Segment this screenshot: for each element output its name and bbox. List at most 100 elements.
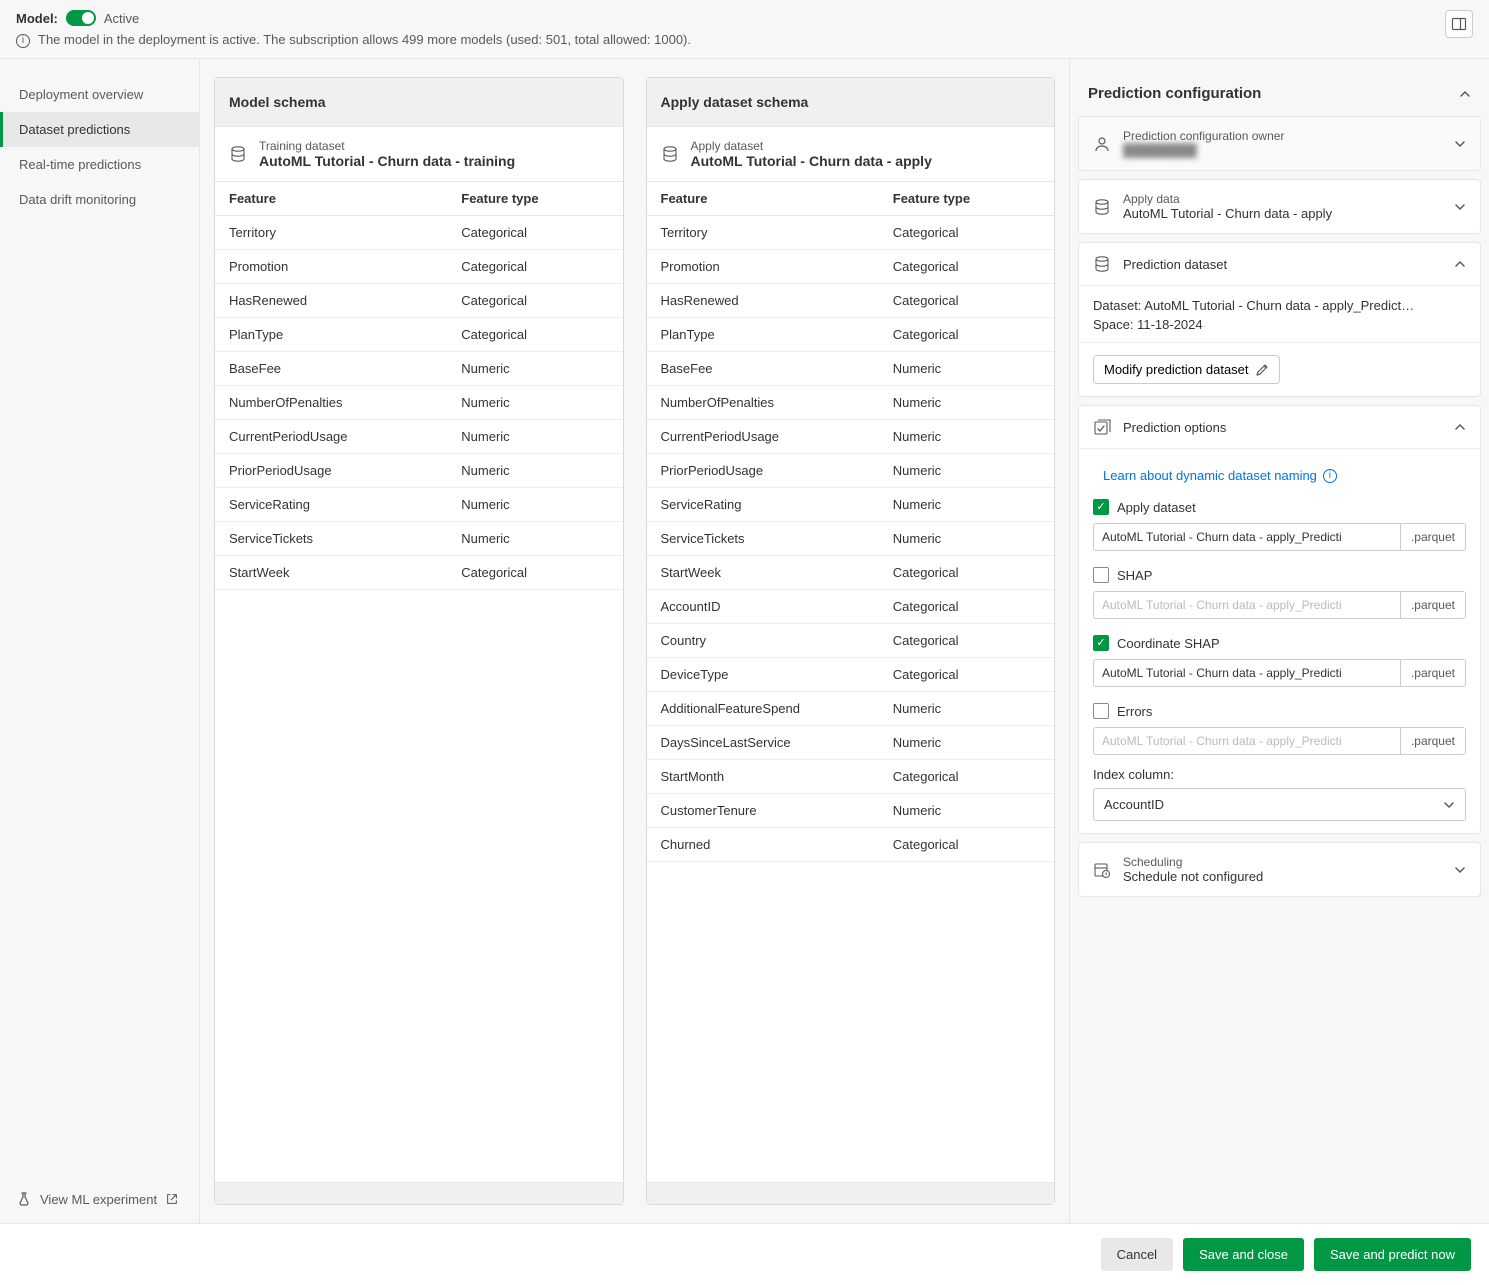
model-active-toggle[interactable]	[66, 10, 96, 26]
option-checkbox[interactable]	[1093, 703, 1109, 719]
training-dataset-label: Training dataset	[259, 139, 515, 153]
modify-button-label: Modify prediction dataset	[1104, 362, 1249, 377]
flask-icon	[16, 1191, 32, 1207]
bottom-bar: Cancel Save and close Save and predict n…	[0, 1223, 1489, 1285]
sidebar-item-deployment-overview[interactable]: Deployment overview	[0, 77, 199, 112]
table-row: CurrentPeriodUsageNumeric	[215, 420, 623, 454]
type-cell: Categorical	[879, 658, 1054, 691]
feature-cell: StartWeek	[215, 556, 447, 589]
table-row: NumberOfPenaltiesNumeric	[215, 386, 623, 420]
chevron-down-icon	[1454, 864, 1466, 876]
sidebar-item-data-drift-monitoring[interactable]: Data drift monitoring	[0, 182, 199, 217]
database-icon	[661, 145, 679, 163]
schema-area: Model schema Training dataset AutoML Tut…	[200, 59, 1069, 1223]
option-row: Coordinate SHAP	[1093, 631, 1466, 655]
type-cell: Numeric	[879, 454, 1054, 487]
chevron-up-icon[interactable]	[1459, 88, 1471, 100]
type-cell: Numeric	[447, 420, 622, 453]
feature-cell: Churned	[647, 828, 879, 861]
option-checkbox[interactable]	[1093, 567, 1109, 583]
index-column-value: AccountID	[1104, 797, 1164, 812]
learn-link[interactable]: Learn about dynamic dataset naming i	[1093, 461, 1466, 495]
toggle-panel-button[interactable]	[1445, 10, 1473, 38]
info-icon: i	[16, 34, 30, 48]
feature-cell: HasRenewed	[215, 284, 447, 317]
config-panel: Prediction configuration Prediction conf…	[1069, 59, 1489, 1223]
option-row: Apply dataset	[1093, 495, 1466, 519]
owner-label: Prediction configuration owner	[1123, 129, 1442, 143]
training-dataset-name: AutoML Tutorial - Churn data - training	[259, 153, 515, 169]
scheduling-section[interactable]: Scheduling Schedule not configured	[1078, 842, 1481, 897]
chevron-up-icon	[1454, 421, 1466, 433]
chevron-down-icon	[1454, 138, 1466, 150]
option-inputs: .parquet	[1093, 591, 1466, 619]
feature-cell: BaseFee	[215, 352, 447, 385]
type-cell: Categorical	[447, 250, 622, 283]
option-checkbox[interactable]	[1093, 499, 1109, 515]
sidebar-item-real-time-predictions[interactable]: Real-time predictions	[0, 147, 199, 182]
type-cell: Categorical	[879, 624, 1054, 657]
type-cell: Numeric	[879, 386, 1054, 419]
type-cell: Numeric	[879, 726, 1054, 759]
type-cell: Numeric	[447, 386, 622, 419]
modify-prediction-dataset-button[interactable]: Modify prediction dataset	[1093, 355, 1280, 384]
table-row: StartWeekCategorical	[647, 556, 1055, 590]
index-column-select[interactable]: AccountID	[1093, 788, 1466, 821]
option-inputs: .parquet	[1093, 659, 1466, 687]
feature-cell: HasRenewed	[647, 284, 879, 317]
prediction-dataset-section: Prediction dataset Dataset: AutoML Tutor…	[1078, 242, 1481, 397]
type-cell: Categorical	[879, 556, 1054, 589]
option-inputs: .parquet	[1093, 727, 1466, 755]
apply-data-section[interactable]: Apply data AutoML Tutorial - Churn data …	[1078, 179, 1481, 234]
prediction-options-header[interactable]: Prediction options	[1079, 406, 1480, 448]
model-label: Model:	[16, 11, 58, 26]
sidebar: Deployment overviewDataset predictionsRe…	[0, 59, 200, 1223]
model-info-text: The model in the deployment is active. T…	[38, 32, 691, 47]
type-cell: Categorical	[879, 590, 1054, 623]
save-and-predict-button[interactable]: Save and predict now	[1314, 1238, 1471, 1271]
model-schema-title: Model schema	[215, 78, 623, 127]
owner-value: ████████	[1123, 143, 1442, 158]
database-icon	[1093, 198, 1111, 216]
owner-section[interactable]: Prediction configuration owner ████████	[1078, 116, 1481, 171]
prediction-dataset-header[interactable]: Prediction dataset	[1079, 243, 1480, 285]
table-row: CountryCategorical	[647, 624, 1055, 658]
table-row: DaysSinceLastServiceNumeric	[647, 726, 1055, 760]
type-cell: Categorical	[879, 760, 1054, 793]
cancel-button[interactable]: Cancel	[1101, 1238, 1173, 1271]
type-cell: Numeric	[879, 692, 1054, 725]
type-cell: Numeric	[879, 522, 1054, 555]
type-cell: Categorical	[447, 556, 622, 589]
user-icon	[1093, 135, 1111, 153]
apply-dataset-label: Apply dataset	[691, 139, 932, 153]
feature-cell: PlanType	[647, 318, 879, 351]
scheduling-value: Schedule not configured	[1123, 869, 1442, 884]
type-cell: Categorical	[879, 318, 1054, 351]
option-inputs: .parquet	[1093, 523, 1466, 551]
type-cell: Numeric	[447, 454, 622, 487]
model-status-text: Active	[104, 11, 139, 26]
chevron-up-icon	[1454, 258, 1466, 270]
view-ml-experiment-label: View ML experiment	[40, 1192, 157, 1207]
feature-cell: CurrentPeriodUsage	[215, 420, 447, 453]
option-filename-input[interactable]	[1093, 659, 1400, 687]
type-cell: Categorical	[879, 250, 1054, 283]
calendar-icon	[1093, 861, 1111, 879]
info-icon: i	[1323, 469, 1337, 483]
option-checkbox[interactable]	[1093, 635, 1109, 651]
view-ml-experiment-link[interactable]: View ML experiment	[0, 1175, 199, 1223]
save-and-close-button[interactable]: Save and close	[1183, 1238, 1304, 1271]
top-banner: Model: Active i The model in the deploym…	[0, 0, 1489, 59]
model-schema-panel: Model schema Training dataset AutoML Tut…	[214, 77, 624, 1205]
feature-cell: Territory	[215, 216, 447, 249]
option-extension: .parquet	[1400, 523, 1466, 551]
dataset-line: Dataset: AutoML Tutorial - Churn data - …	[1093, 298, 1466, 313]
option-filename-input[interactable]	[1093, 523, 1400, 551]
sidebar-item-dataset-predictions[interactable]: Dataset predictions	[0, 112, 199, 147]
feature-cell: DaysSinceLastService	[647, 726, 879, 759]
edit-icon	[1255, 363, 1269, 377]
database-icon	[229, 145, 247, 163]
feature-cell: PriorPeriodUsage	[647, 454, 879, 487]
feature-cell: Territory	[647, 216, 879, 249]
apply-schema-header-feature: Feature	[647, 182, 879, 215]
